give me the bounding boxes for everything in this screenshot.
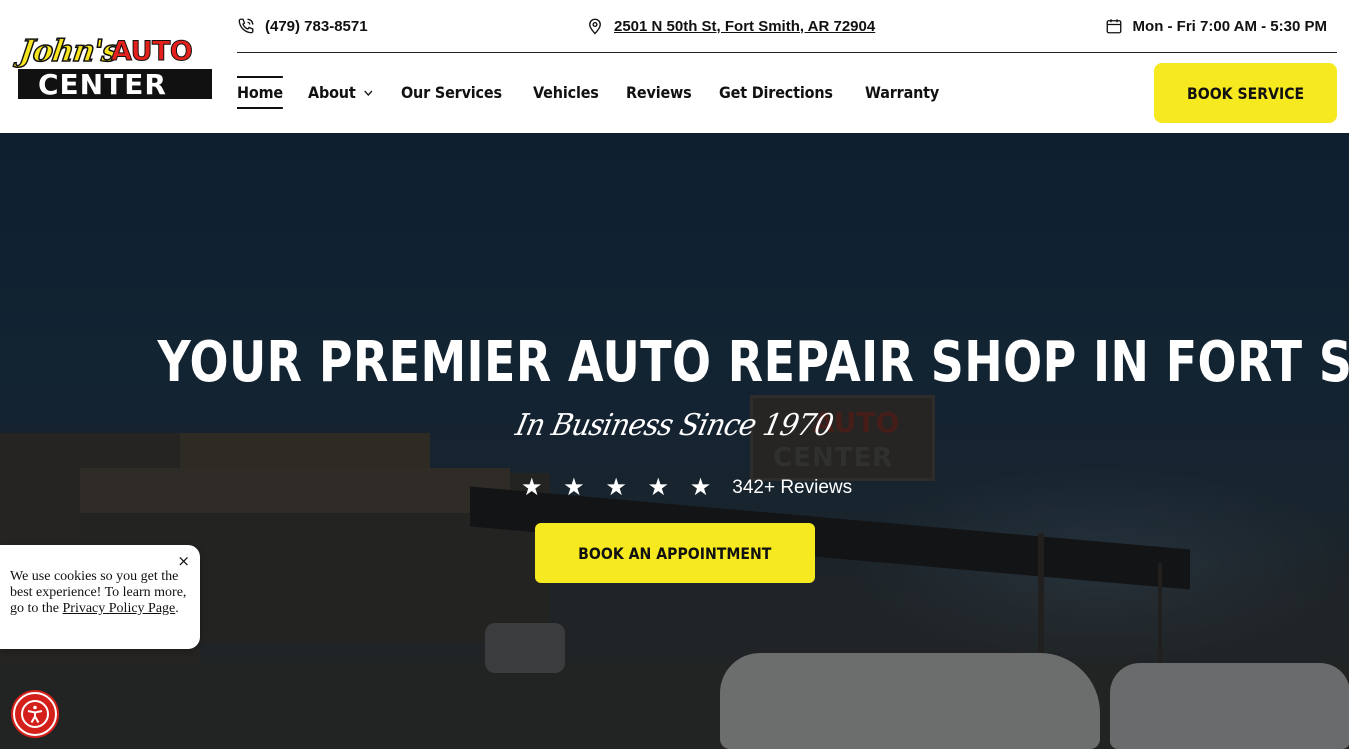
nav-home-label: Home: [237, 83, 283, 102]
hero-subtitle-text: In Business Since 1970: [512, 408, 837, 443]
hero-subtitle: In Business Since 1970: [0, 408, 1349, 443]
contact-bar: (479) 783-8571 2501 N 50th St, Fort Smit…: [237, 0, 1337, 53]
hours-text: Mon - Fri 7:00 AM - 5:30 PM: [1132, 17, 1327, 35]
nav-our-services-label: Our Services: [400, 83, 502, 102]
site-header: John's AUTO CENTER (479) 783-8571 2501 N…: [0, 0, 1349, 133]
main-nav: Home About Our Services Vehicles Reviews…: [237, 76, 968, 109]
hero-title-text: YOUR PREMIER AUTO REPAIR SHOP IN FORT SM…: [157, 330, 1349, 395]
book-service-label: BOOK SERVICE: [1186, 83, 1305, 103]
book-appointment-label: BOOK AN APPOINTMENT: [578, 543, 772, 563]
chevron-down-icon: [364, 90, 373, 96]
nav-about-label: About: [308, 83, 356, 102]
address-link[interactable]: 2501 N 50th St, Fort Smith, AR 72904: [586, 17, 875, 35]
star-rating-icons: ★ ★ ★ ★ ★: [521, 474, 719, 501]
business-hours: Mon - Fri 7:00 AM - 5:30 PM: [1105, 17, 1327, 35]
phone-number: (479) 783-8571: [265, 17, 368, 35]
nav-about[interactable]: About: [308, 77, 374, 108]
hero-rating[interactable]: ★ ★ ★ ★ ★ 342+ Reviews: [521, 473, 852, 502]
logo-script-text: John's: [17, 33, 121, 70]
book-service-button[interactable]: BOOK SERVICE: [1154, 63, 1337, 123]
hero-title: YOUR PREMIER AUTO REPAIR SHOP IN FORT SM…: [0, 330, 1349, 395]
map-pin-icon: [589, 18, 601, 35]
nav-home[interactable]: Home: [237, 76, 283, 109]
nav-reviews-label: Reviews: [626, 83, 692, 102]
address-text: 2501 N 50th St, Fort Smith, AR 72904: [614, 17, 876, 35]
cookie-notice: × We use cookies so you get the best exp…: [0, 545, 200, 649]
phone-link[interactable]: (479) 783-8571: [237, 17, 368, 35]
nav-vehicles[interactable]: Vehicles: [533, 77, 599, 108]
nav-vehicles-label: Vehicles: [533, 83, 599, 102]
calendar-icon: [1106, 19, 1121, 34]
reviews-count: 342+ Reviews: [732, 476, 853, 498]
book-appointment-button[interactable]: BOOK AN APPOINTMENT: [535, 523, 815, 583]
close-icon[interactable]: ×: [177, 553, 190, 569]
privacy-policy-link[interactable]: Privacy Policy Page: [63, 601, 176, 616]
phone-icon: [238, 18, 254, 34]
nav-get-directions-label: Get Directions: [718, 83, 833, 102]
logo-center-text: CENTER: [38, 68, 167, 101]
cookie-suffix: .: [175, 601, 179, 616]
accessibility-icon: [21, 700, 49, 728]
hero-section: AUTO CENTER YOUR PREMIER AUTO REPAIR SHO…: [0, 133, 1349, 749]
accessibility-button[interactable]: [13, 692, 57, 736]
nav-warranty-label: Warranty: [865, 83, 940, 102]
site-logo[interactable]: John's AUTO CENTER: [16, 33, 213, 101]
nav-get-directions[interactable]: Get Directions: [719, 77, 833, 108]
nav-warranty[interactable]: Warranty: [865, 77, 939, 108]
logo-auto-text: AUTO: [110, 36, 193, 68]
nav-reviews[interactable]: Reviews: [626, 77, 692, 108]
nav-our-services[interactable]: Our Services: [401, 77, 502, 108]
